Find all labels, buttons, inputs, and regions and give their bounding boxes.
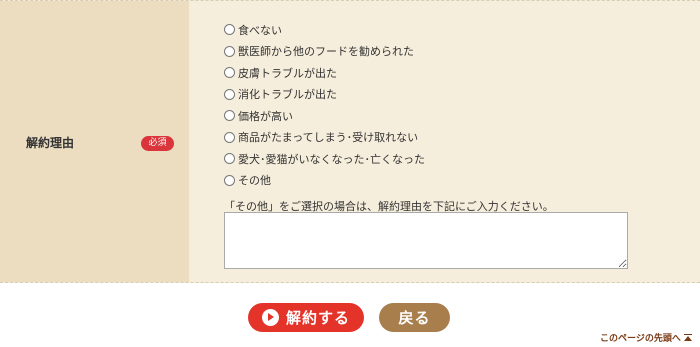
radio-button[interactable] [224,174,235,186]
reason-option-skin-trouble[interactable]: 皮膚トラブルが出た [224,62,425,84]
page-top-label: このページの先頭へ [600,334,681,344]
reason-option-vet-recommended[interactable]: 獣医師から他のフードを勧められた [224,41,425,63]
radio-button[interactable] [224,153,235,165]
submit-button-label: 解約する [285,309,350,327]
reason-option-digestive-trouble[interactable]: 消化トラブルが出た [224,84,425,106]
radio-button[interactable] [224,88,235,100]
option-label: 商品がたまってしまう･受け取れない [238,131,419,145]
reason-option-stock-piling[interactable]: 商品がたまってしまう･受け取れない [224,127,425,149]
radio-button[interactable] [224,67,235,79]
reason-option-pet-gone[interactable]: 愛犬･愛猫がいなくなった･亡くなった [224,148,425,170]
option-label: その他 [238,174,271,188]
required-badge: 必須 [141,136,174,151]
page-top-link[interactable]: このページの先頭へ [600,331,692,344]
field-label: 解約理由 [26,136,75,150]
option-label: 消化トラブルが出た [238,88,337,102]
reason-option-not-eating[interactable]: 食べない [224,19,425,41]
radio-button[interactable] [224,24,235,36]
cancel-subscription-button[interactable]: 解約する [248,303,364,332]
arrow-up-to-top-icon [683,333,692,342]
reason-option-other[interactable]: その他 [224,170,425,192]
back-button[interactable]: 戻る [379,303,450,332]
reason-option-price[interactable]: 価格が高い [224,105,425,127]
other-reason-textarea[interactable] [224,212,628,269]
back-button-label: 戻る [398,309,431,327]
option-label: 愛犬･愛猫がいなくなった･亡くなった [238,152,425,166]
label-cell: 解約理由 必須 [0,1,189,282]
radio-button[interactable] [224,131,235,143]
radio-button[interactable] [224,110,235,122]
play-icon [261,309,279,326]
option-label: 獣医師から他のフードを勧められた [238,45,414,59]
cancellation-reason-row: 解約理由 必須 食べない 獣医師から他のフードを勧められた 皮膚トラブルが出た … [0,0,700,283]
option-label: 価格が高い [238,109,293,123]
option-label: 食べない [238,23,282,37]
reason-radio-group: 食べない 獣医師から他のフードを勧められた 皮膚トラブルが出た 消化トラブルが出… [224,19,425,191]
option-label: 皮膚トラブルが出た [238,66,337,80]
radio-button[interactable] [224,45,235,57]
